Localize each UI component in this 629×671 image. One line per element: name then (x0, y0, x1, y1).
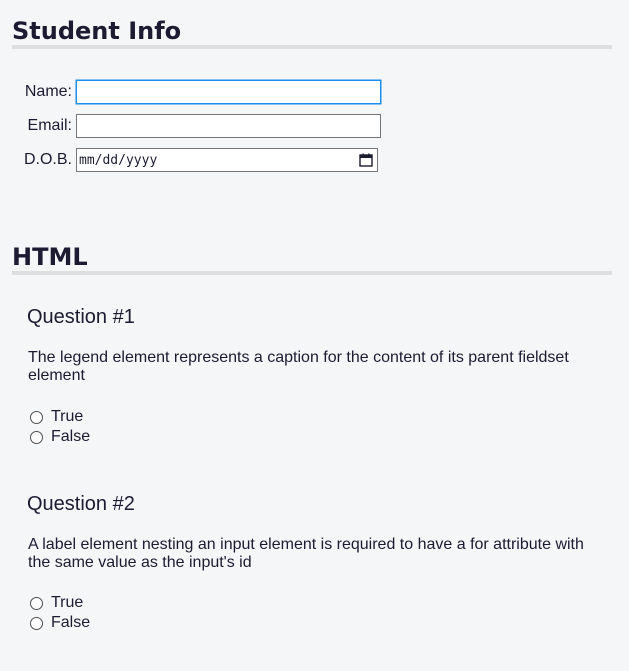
question-1-text: The legend element represents a caption … (28, 349, 569, 384)
section-divider (12, 45, 612, 49)
section-heading-student-info: Student Info (12, 17, 182, 45)
radio-unchecked-icon[interactable] (30, 596, 43, 610)
name-row: Name: (0, 80, 381, 104)
section-divider (12, 271, 612, 275)
email-input[interactable] (76, 114, 381, 138)
name-label: Name: (24, 83, 72, 100)
radio-label: False (51, 428, 91, 445)
question-1-option-false[interactable]: False (30, 427, 90, 447)
email-label: Email: (27, 117, 72, 134)
question-2-option-false[interactable]: False (30, 613, 90, 633)
dob-date-input[interactable]: mm/dd/yyyy (76, 148, 378, 172)
email-row: Email: (0, 114, 381, 138)
question-2-option-true[interactable]: True (30, 593, 83, 613)
radio-unchecked-icon[interactable] (30, 410, 43, 424)
radio-label: True (51, 408, 84, 425)
question-1-title: Question #1 (27, 306, 135, 328)
question-2-text: A label element nesting an input element… (28, 536, 584, 571)
dob-label: D.O.B. (23, 151, 72, 168)
name-input[interactable] (76, 80, 381, 104)
dob-date-placeholder: mm/dd/yyyy (79, 152, 158, 168)
radio-unchecked-icon[interactable] (30, 616, 43, 630)
radio-unchecked-icon[interactable] (30, 430, 43, 444)
section-heading-html: HTML (12, 243, 88, 271)
question-2-title: Question #2 (27, 493, 135, 515)
dob-row: D.O.B. mm/dd/yyyy (0, 148, 378, 172)
radio-label: True (51, 594, 84, 611)
calendar-icon[interactable] (359, 153, 373, 167)
question-1-option-true[interactable]: True (30, 407, 83, 427)
radio-label: False (51, 614, 91, 631)
